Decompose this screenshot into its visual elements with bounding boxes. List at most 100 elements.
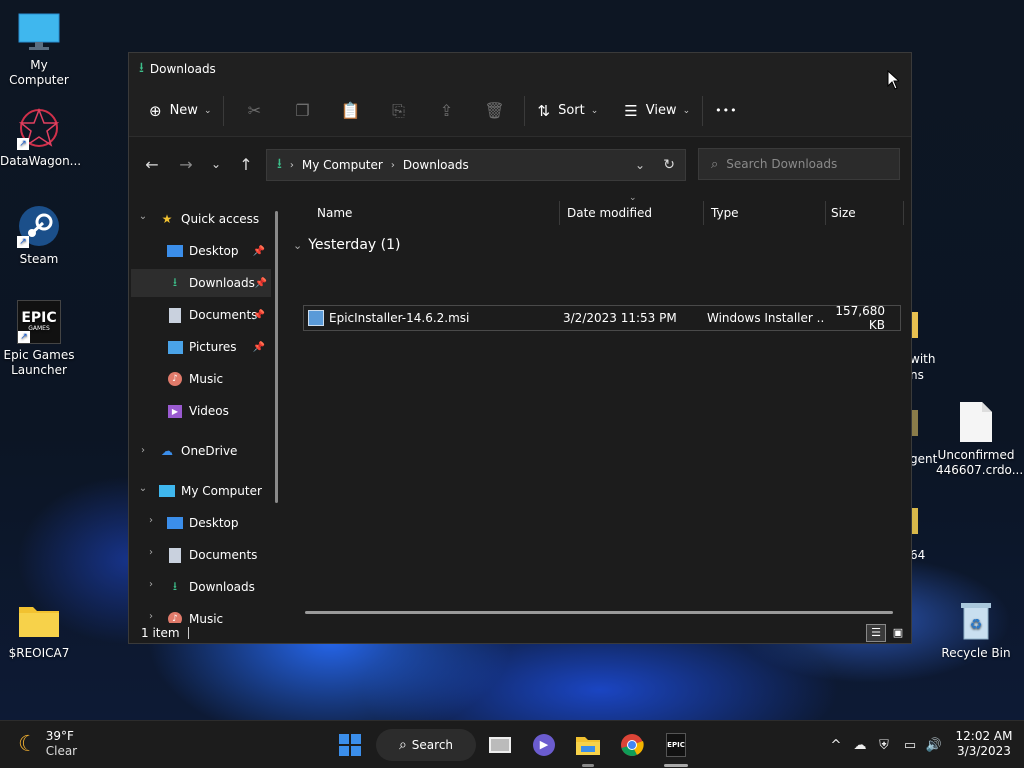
desktop-icon-steam[interactable]: ↗ Steam: [0, 204, 78, 267]
more-options-button[interactable]: •••: [709, 95, 743, 127]
sort-label: Sort: [558, 103, 585, 118]
address-bar[interactable]: ⭳ › My Computer › Downloads ⌄ ↻: [266, 149, 686, 181]
breadcrumb-separator-icon: ›: [289, 159, 294, 171]
clock-time: 12:02 AM: [955, 729, 1013, 743]
column-divider[interactable]: [903, 201, 904, 225]
paste-button[interactable]: 📋: [326, 95, 374, 127]
weather-widget[interactable]: ☾ 39°F Clear: [18, 729, 77, 759]
nav-videos[interactable]: ▶ Videos: [129, 397, 269, 425]
copy-button[interactable]: ❐: [278, 95, 326, 127]
volume-icon[interactable]: 🔊: [924, 735, 944, 755]
column-header-type[interactable]: Type: [711, 199, 739, 227]
plus-circle-icon: ⊕: [149, 101, 162, 120]
nav-downloads-pinned[interactable]: ⭳ Downloads 📌: [131, 269, 271, 297]
nav-pane-scrollbar[interactable]: [275, 211, 278, 503]
partial-label: ns: [910, 368, 924, 382]
search-box[interactable]: ⌕: [698, 148, 900, 180]
column-label: Size: [831, 206, 856, 220]
sort-button[interactable]: ⇅ Sort ⌄: [531, 95, 604, 127]
desktop-icon-label: Epic Games Launcher: [3, 348, 75, 377]
chrome-taskbar-button[interactable]: [614, 729, 650, 761]
start-button[interactable]: [332, 729, 368, 761]
nav-my-computer[interactable]: My Computer: [129, 477, 269, 505]
desktop-icon-label: Steam: [19, 252, 59, 266]
nav-quick-access[interactable]: ★ Quick access: [129, 205, 269, 233]
windows-security-shield-icon[interactable]: ⛨: [874, 735, 894, 755]
search-input[interactable]: [726, 157, 887, 171]
nav-mc-desktop[interactable]: Desktop: [129, 509, 269, 537]
sort-icon: ⇅: [537, 101, 551, 120]
table-row[interactable]: EpicInstaller-14.6.2.msi 3/2/2023 11:53 …: [303, 304, 901, 332]
onedrive-offline-icon[interactable]: ☁: [850, 735, 870, 755]
nav-music[interactable]: ♪ Music: [129, 365, 269, 393]
desktop-icon-folder[interactable]: $REOICA7: [0, 598, 78, 661]
navigation-pane: ⌄ ★ Quick access Desktop 📌 ⭳ Downloads 📌…: [129, 189, 281, 623]
nav-mc-music[interactable]: ♪ Music: [129, 605, 269, 623]
desktop-icon-my-computer[interactable]: My Computer: [0, 10, 78, 88]
desktop-icon-unconfirmed-file[interactable]: Unconfirmed 446607.crdo...: [936, 400, 1023, 478]
refresh-icon[interactable]: ↻: [663, 157, 675, 173]
file-name: EpicInstaller-14.6.2.msi: [329, 311, 470, 325]
nav-documents-pinned[interactable]: Documents 📌: [129, 301, 269, 329]
breadcrumb-separator-icon: ›: [390, 159, 395, 171]
new-button[interactable]: ⊕ New ⌄: [143, 95, 217, 127]
taskbar-search-button[interactable]: ⌕ Search: [376, 729, 476, 761]
search-icon: ⌕: [711, 156, 719, 172]
shortcut-arrow-icon: ↗: [18, 331, 30, 343]
share-button[interactable]: ⇪: [422, 95, 470, 127]
desktop-icon-datawagon[interactable]: ↗ DataWagon...: [0, 106, 82, 169]
download-arrow-icon: ⭳: [172, 578, 178, 593]
forward-button[interactable]: →: [171, 149, 201, 179]
show-hidden-icons-chevron-icon[interactable]: ^: [826, 735, 846, 755]
nav-mc-downloads[interactable]: ⭳ Downloads: [129, 573, 269, 601]
collapse-chevron-icon: ⌄: [293, 238, 303, 252]
nav-onedrive[interactable]: ☁ OneDrive: [129, 437, 269, 465]
horizontal-scrollbar[interactable]: [305, 611, 893, 614]
download-arrow-icon: ⭳: [172, 274, 178, 289]
column-divider[interactable]: [559, 201, 560, 225]
recent-locations-button[interactable]: ⌄: [201, 149, 231, 179]
file-type: Windows Installer ...: [707, 311, 825, 325]
cloud-icon: ☁: [161, 444, 173, 458]
breadcrumb-my-computer[interactable]: My Computer: [302, 158, 383, 172]
epic-games-logo-icon: EPIC GAMES ↗: [17, 300, 61, 344]
nav-desktop-pinned[interactable]: Desktop 📌: [129, 237, 269, 265]
rename-button[interactable]: ⎘: [374, 95, 422, 127]
network-icon[interactable]: ▭: [900, 735, 920, 755]
system-clock[interactable]: 12:02 AM 3/3/2023: [952, 729, 1016, 759]
arrow-up-icon: ↑: [239, 154, 253, 174]
column-header-size[interactable]: Size: [831, 199, 856, 227]
column-header-name[interactable]: Name: [317, 199, 352, 227]
nav-label: Music: [189, 612, 224, 623]
task-view-icon: [489, 737, 511, 753]
tiles-view-toggle-icon[interactable]: ▣: [888, 624, 908, 642]
epic-logo-text: EPIC: [21, 310, 57, 326]
title-bar[interactable]: ⭳ Downloads: [129, 53, 911, 85]
desktop-icon-label: DataWagon...: [0, 154, 82, 168]
chrome-icon: [621, 734, 644, 756]
music-icon: ♪: [167, 611, 183, 623]
column-divider[interactable]: [825, 201, 826, 225]
column-divider[interactable]: [703, 201, 704, 225]
column-label: Name: [317, 206, 353, 220]
group-header-yesterday[interactable]: ⌄ Yesterday (1): [293, 237, 400, 253]
epic-games-taskbar-button[interactable]: EPIC: [658, 729, 694, 767]
desktop-icon-recycle-bin[interactable]: ♻ Recycle Bin: [936, 598, 1016, 661]
pin-icon: 📌: [252, 245, 265, 257]
desktop-icon-epic-games[interactable]: EPIC GAMES ↗ Epic Games Launcher: [0, 300, 78, 378]
address-dropdown-chevron-icon[interactable]: ⌄: [635, 158, 645, 172]
up-button[interactable]: ↑: [231, 149, 261, 179]
nav-label: Downloads: [189, 580, 255, 594]
back-button[interactable]: ←: [137, 149, 167, 179]
delete-button[interactable]: 🗑: [470, 95, 518, 127]
view-button[interactable]: ☰ View ⌄: [618, 95, 696, 127]
cut-button[interactable]: ✂: [230, 95, 278, 127]
nav-pictures-pinned[interactable]: Pictures 📌: [129, 333, 269, 361]
task-view-button[interactable]: [482, 729, 518, 761]
nav-mc-documents[interactable]: Documents: [129, 541, 269, 569]
file-explorer-taskbar-button[interactable]: [570, 729, 606, 767]
breadcrumb-downloads[interactable]: Downloads: [403, 158, 469, 172]
column-header-date-modified[interactable]: Date modified ⌄: [567, 193, 652, 227]
teams-chat-button[interactable]: ▶: [526, 729, 562, 761]
details-view-toggle-icon[interactable]: ☰: [866, 624, 886, 642]
